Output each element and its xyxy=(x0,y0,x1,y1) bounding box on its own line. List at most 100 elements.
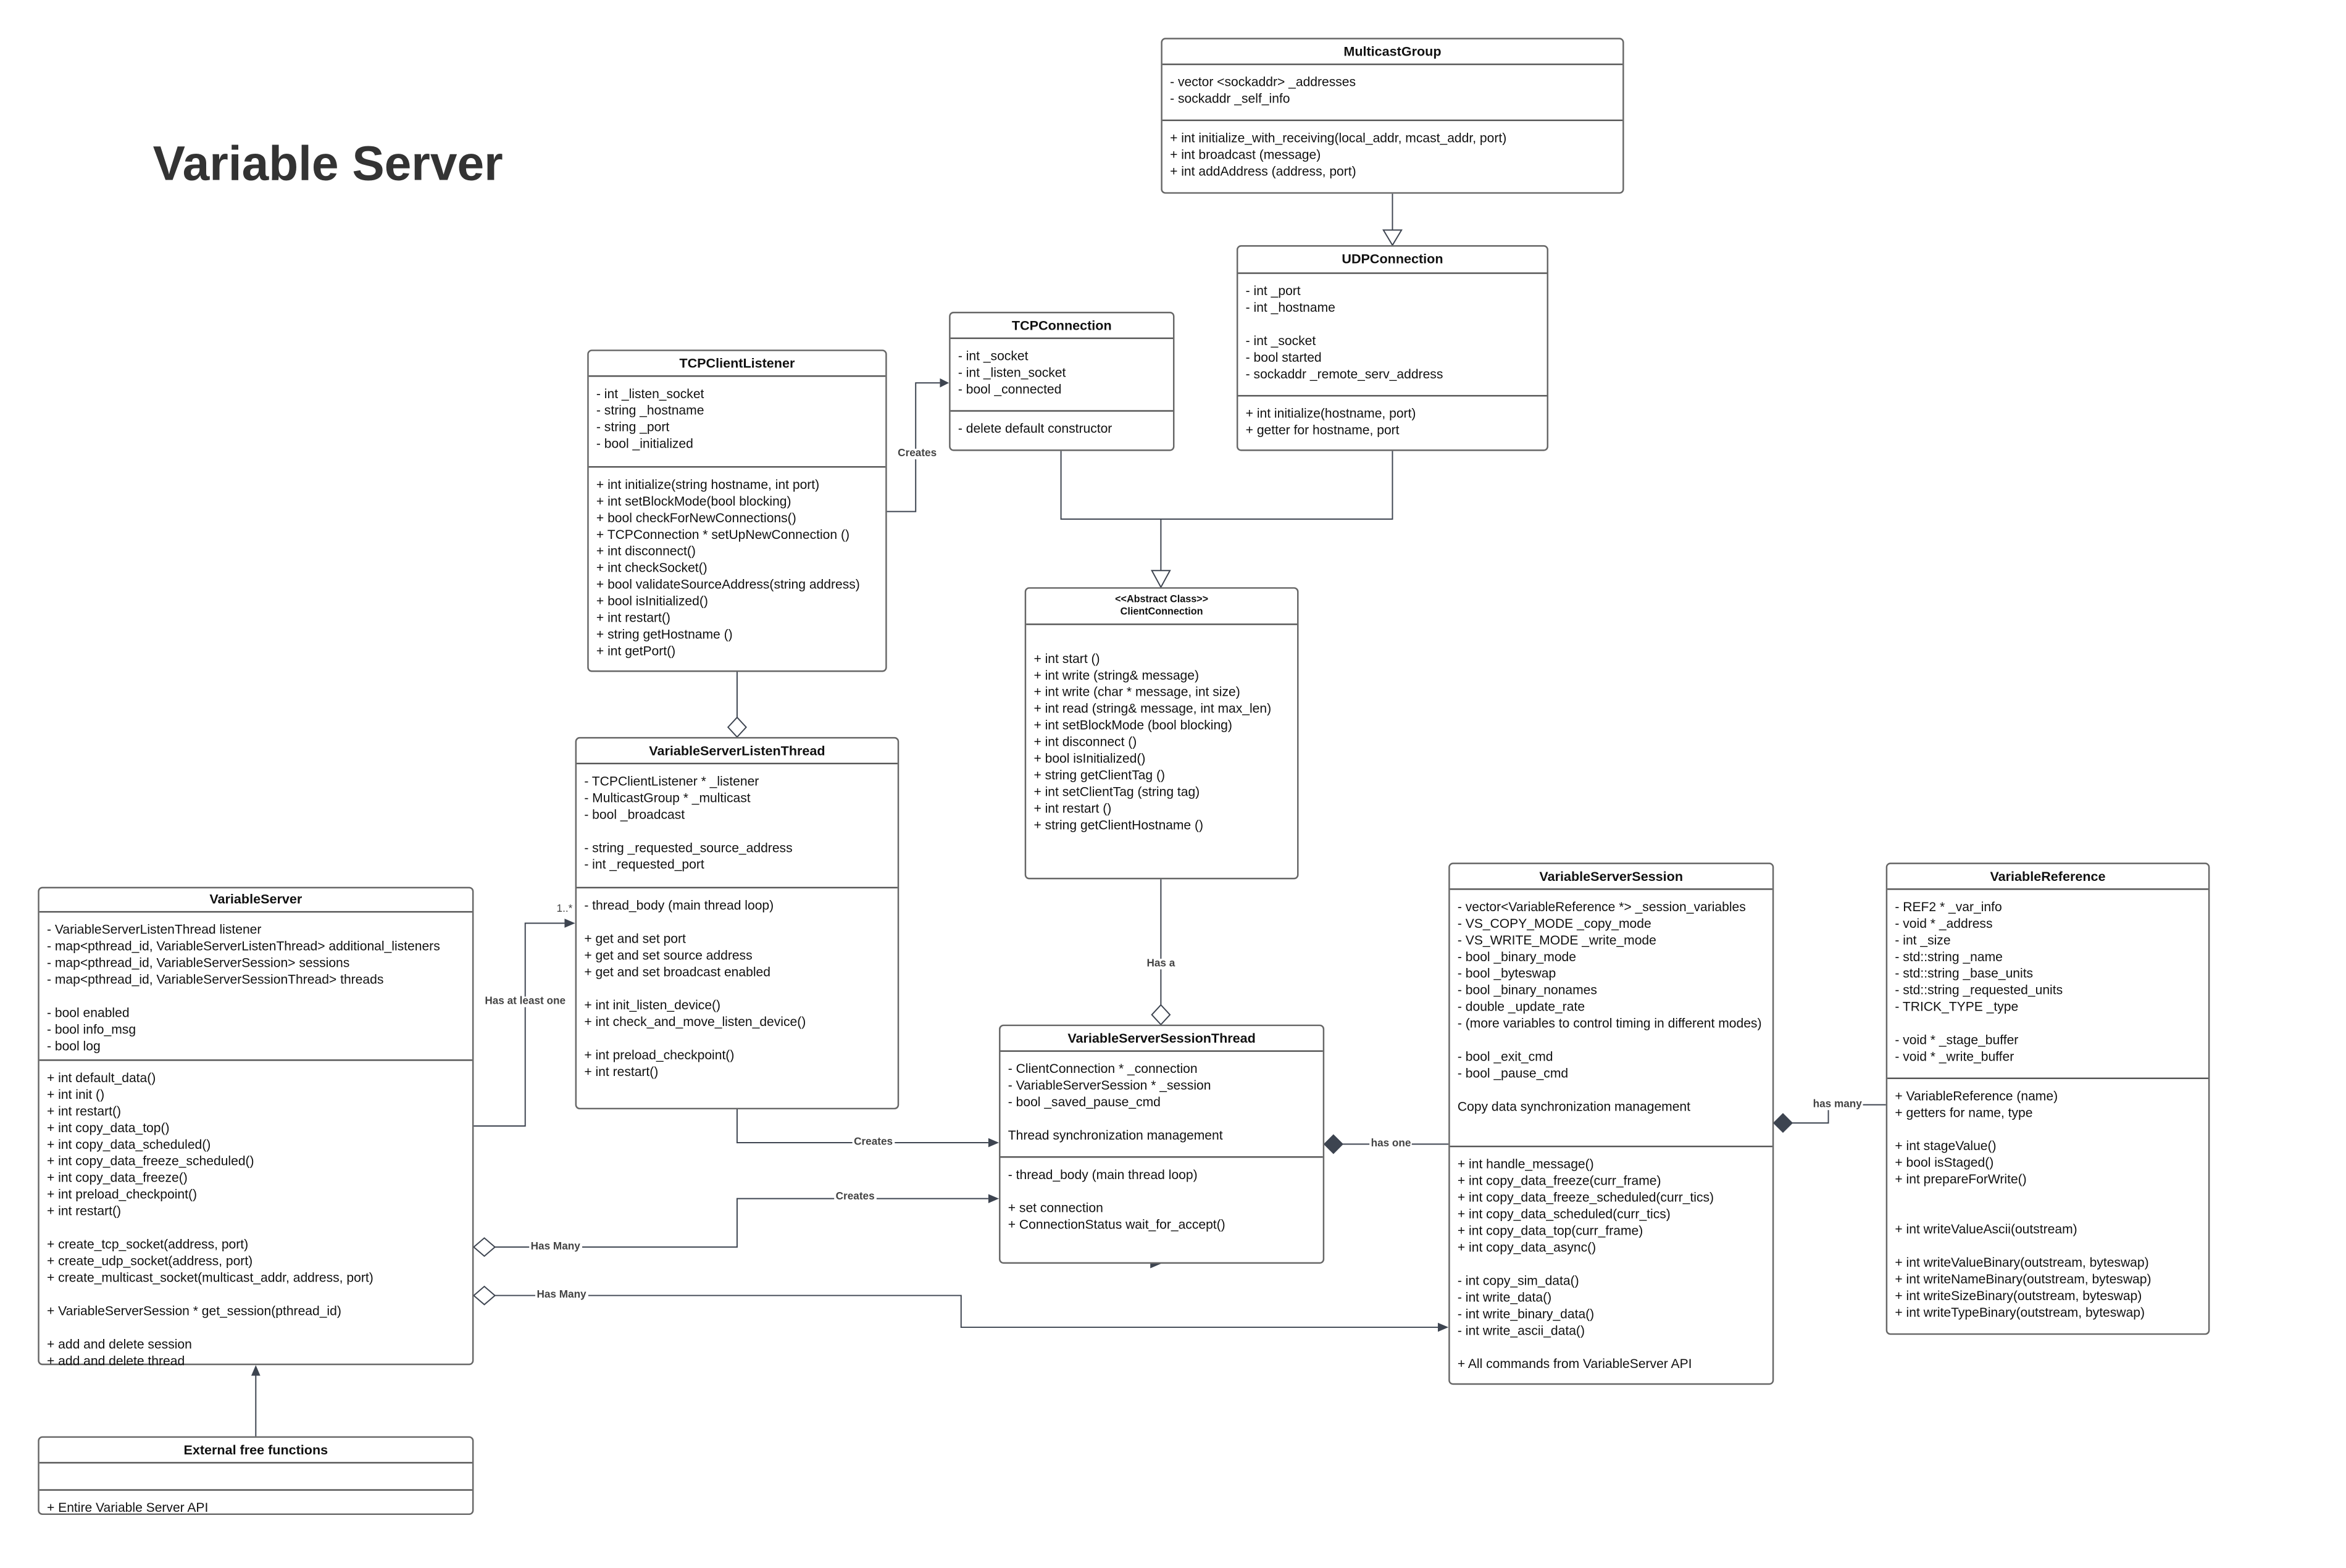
attribute: - bool info_msg xyxy=(46,1021,136,1037)
class-listen-thread[interactable]: VariableServerListenThread - TCPClientLis… xyxy=(575,736,900,1110)
class-header: VariableServer xyxy=(39,888,472,913)
class-name: VariableReference xyxy=(1990,867,2106,883)
attribute: - sockaddr _remote_serv_address xyxy=(1245,366,1443,382)
label-tcp-creates: Creates xyxy=(896,448,938,460)
class-attrs: - int _listen_socket - string _hostname - … xyxy=(588,377,886,468)
composition-diamond-has-many-refs xyxy=(1772,1112,1793,1133)
class-stereotype: <<Abstract Class>> xyxy=(1115,594,1209,605)
attribute: - VariableServerListenThread listener xyxy=(46,922,262,937)
class-name: VariableServerSessionThread xyxy=(1067,1030,1256,1045)
attribute xyxy=(1008,1111,1316,1127)
method: + getters for name, type xyxy=(1895,1104,2033,1120)
aggregation-diamond-has-many-threads xyxy=(472,1237,496,1257)
method xyxy=(1458,1256,1765,1273)
class-name: UDPConnection xyxy=(1342,251,1443,267)
aggregation-diamond-has-a xyxy=(1151,1004,1171,1026)
method: + int broadcast (message) xyxy=(1170,146,1321,162)
method: + TCPConnection * setUpNewConnection () xyxy=(596,527,849,542)
class-header: <<Abstract Class>> ClientConnection xyxy=(1026,589,1298,625)
method: + int initialize(hostname, port) xyxy=(1245,406,1416,421)
attribute: - int _listen_socket xyxy=(596,386,704,401)
method: + int init () xyxy=(46,1086,105,1102)
method: + int stageValue() xyxy=(1895,1138,1997,1154)
method: + getter for hostname, port xyxy=(1245,422,1400,438)
method: + bool isInitialized() xyxy=(1033,750,1146,766)
class-tcp-client-listener[interactable]: TCPClientListener - int _listen_socket - s… xyxy=(587,349,887,672)
attribute: - bool _exit_cmd xyxy=(1457,1048,1553,1064)
method: - int write_data() xyxy=(1457,1289,1552,1305)
class-attrs: - VariableServerListenThread listener - m… xyxy=(39,912,472,1061)
method xyxy=(1895,1204,2200,1221)
method: + string getHostname () xyxy=(596,626,733,642)
attribute: - string _port xyxy=(596,419,670,435)
method: + int getPort() xyxy=(596,643,676,659)
attribute: - void * _stage_buffer xyxy=(1895,1032,2019,1048)
method: + int copy_data_freeze(curr_frame) xyxy=(1457,1172,1661,1188)
label-has-many-refs: has many xyxy=(1811,1099,1864,1111)
class-methods: + int initialize(hostname, port) + getter… xyxy=(1238,396,1547,439)
attribute xyxy=(1246,316,1540,333)
method: + int write (char * message, int size) xyxy=(1033,684,1240,699)
arrow-head-thread-creates xyxy=(988,1194,1000,1204)
attribute: - string _requested_source_address xyxy=(584,840,793,856)
arrow-head-has-at-least-one xyxy=(564,919,575,928)
attribute: - bool log xyxy=(46,1038,101,1054)
method: + int read (string& message, int max_len… xyxy=(1033,701,1272,716)
class-name: ClientConnection xyxy=(1120,606,1203,617)
class-session-thread[interactable]: VariableServerSessionThread - ClientConne… xyxy=(999,1024,1325,1264)
attribute: - TCPClientListener * _listener xyxy=(584,773,759,789)
method xyxy=(1008,1183,1316,1200)
arrow-head-listen-creates xyxy=(988,1138,1000,1148)
method: + int setClientTag (string tag) xyxy=(1033,783,1200,799)
class-methods: - thread_body (main thread loop) + get an… xyxy=(577,888,898,1080)
label-thread-creates: Creates xyxy=(834,1191,877,1203)
attribute: - map<pthread_id, VariableServerSession>… xyxy=(46,954,350,970)
class-variable-reference[interactable]: VariableReference - REF2 * _var_info - voi… xyxy=(1885,862,2210,1335)
method: + int copy_data_freeze() xyxy=(46,1170,188,1185)
class-methods: + Entire Variable Server API xyxy=(40,1491,472,1517)
label-has-one: has one xyxy=(1369,1138,1413,1149)
class-header: UDPConnection xyxy=(1238,247,1547,274)
class-methods: + int initialize_with_receiving(local_ad… xyxy=(1163,121,1622,180)
class-methods: + int handle_message() + int copy_data_fr… xyxy=(1450,1147,1772,1372)
arrow-head-has-many-sessions xyxy=(1438,1322,1449,1332)
attribute: - double _update_rate xyxy=(1457,999,1585,1014)
method: + int disconnect() xyxy=(596,543,696,559)
class-udp-connection[interactable]: UDPConnection - int _port - int _hostname -… xyxy=(1236,245,1548,451)
attribute: - int _requested_port xyxy=(584,856,704,872)
class-header: External free functions xyxy=(39,1438,472,1464)
attribute: - VS_WRITE_MODE _write_mode xyxy=(1457,932,1656,948)
method: + int check_and_move_listen_device() xyxy=(584,1014,806,1030)
attribute: - REF2 * _var_info xyxy=(1895,899,2002,914)
method: + add and delete thread xyxy=(46,1353,185,1369)
class-tcp-connection[interactable]: TCPConnection - int _socket - int _listen_… xyxy=(949,312,1175,451)
method: + int disconnect () xyxy=(1033,734,1137,749)
method: + int writeTypeBinary(outstream, byteswa… xyxy=(1895,1304,2145,1320)
method: + int writeValueBinary(outstream, bytesw… xyxy=(1895,1254,2149,1270)
attribute: - ClientConnection * _connection xyxy=(1008,1061,1198,1077)
method: - int write_binary_data() xyxy=(1457,1306,1595,1322)
class-methods: + VariableReference (name) + getters for … xyxy=(1887,1079,2208,1321)
class-session[interactable]: VariableServerSession - vector<VariableRe… xyxy=(1448,862,1774,1385)
method: + set connection xyxy=(1008,1200,1103,1216)
class-name: VariableServer xyxy=(209,891,303,907)
method: + string getClientHostname () xyxy=(1033,817,1204,833)
aggregation-line-has-many-threads xyxy=(495,1198,988,1248)
class-name: TCPClientListener xyxy=(679,354,795,370)
attribute: - std::string _requested_units xyxy=(1895,982,2063,998)
generalization-arrow-client xyxy=(1151,570,1171,589)
class-methods: - delete default constructor xyxy=(951,412,1173,438)
attribute: Copy data synchronization management xyxy=(1457,1098,1691,1114)
class-header: VariableReference xyxy=(1887,864,2208,890)
class-external-free-functions[interactable]: External free functions + Entire Variable… xyxy=(38,1436,474,1517)
attribute: - bool started xyxy=(1245,349,1322,365)
method: + ConnectionStatus wait_for_accept() xyxy=(1008,1217,1225,1232)
class-variable-server[interactable]: VariableServer - VariableServerListenThre… xyxy=(38,886,474,1368)
method: + int write (string& message) xyxy=(1033,667,1200,683)
class-multicast-group[interactable]: MulticastGroup - vector <sockaddr> _addre… xyxy=(1161,38,1624,194)
class-client-connection[interactable]: <<Abstract Class>> ClientConnection + int … xyxy=(1024,587,1299,880)
attribute: - int _listen_socket xyxy=(958,364,1066,380)
attribute: - map<pthread_id, VariableServerSessionT… xyxy=(46,971,384,987)
method xyxy=(584,981,890,998)
label-listen-creates: Creates xyxy=(852,1137,895,1148)
